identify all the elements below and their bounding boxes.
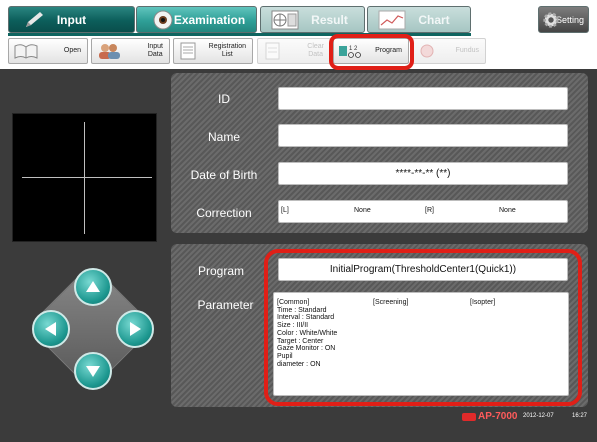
tab-input-label: Input <box>56 12 87 27</box>
program-grid-icon: 1 2 <box>339 46 361 58</box>
correction-right-value: None <box>499 207 516 214</box>
status-time: 16:27 <box>572 413 588 419</box>
common-line: Target : Center <box>277 337 324 345</box>
id-label: ID <box>218 92 230 106</box>
tab-result[interactable]: Result <box>260 6 365 33</box>
brand-logo <box>462 413 476 421</box>
people-icon <box>99 44 120 59</box>
program-button-label: Program <box>375 47 402 54</box>
tab-chart[interactable]: Chart <box>367 6 471 33</box>
date-of-birth-value: ****-**-** (**) <box>395 168 451 179</box>
pencil-icon <box>26 12 43 27</box>
id-field[interactable] <box>278 87 568 110</box>
common-line: diameter : ON <box>277 360 321 368</box>
correction-field[interactable]: [L] None [R] None <box>278 200 568 223</box>
model-name: AP-7000 <box>478 411 518 422</box>
common-line: Gaze Monitor : ON <box>277 345 336 353</box>
common-line: Color : White/White <box>277 329 338 337</box>
correction-left-tag: [L] <box>281 207 289 214</box>
correction-right-tag: [R] <box>425 207 434 214</box>
tab-setting-label: Setting <box>555 14 584 25</box>
svg-text:1 2: 1 2 <box>349 46 358 52</box>
fundus-button-label: Fundus <box>455 47 479 54</box>
common-line: Pupil <box>277 352 293 360</box>
open-button-label: Open <box>63 47 81 54</box>
right-arrow-button[interactable] <box>116 310 154 348</box>
input-data-button-label: Input Data <box>147 43 163 58</box>
down-arrow-button[interactable] <box>74 352 112 390</box>
left-arrow-icon <box>45 322 56 336</box>
input-data-button[interactable]: Input Data <box>91 38 170 64</box>
name-field[interactable] <box>278 124 568 147</box>
name-label: Name <box>207 130 240 144</box>
program-button[interactable]: 1 2 Program <box>333 38 409 64</box>
parameter-box: [Common] Time : Standard Interval : Stan… <box>273 292 569 396</box>
tab-input[interactable]: Input <box>8 6 135 33</box>
isopter-header: [Isopter] <box>470 299 496 306</box>
registration-list-button-label: Registration List <box>208 43 246 58</box>
down-arrow-icon <box>86 366 100 377</box>
date-of-birth-label: Date of Birth <box>190 168 258 182</box>
program-value: InitialProgram(ThresholdCenter1(Quick1)) <box>329 264 517 275</box>
eye-icon <box>153 10 173 30</box>
up-arrow-button[interactable] <box>74 268 112 306</box>
common-line: Interval : Standard <box>277 314 335 322</box>
crosshair-horizontal <box>22 177 152 178</box>
date-of-birth-field[interactable]: ****-**-** (**) <box>278 162 568 185</box>
tab-underline <box>8 33 471 36</box>
book-icon <box>14 44 38 59</box>
status-date: 2012-12-07 <box>523 413 554 419</box>
gear-icon <box>543 12 559 28</box>
result-grid-icon <box>271 10 299 30</box>
tab-setting[interactable]: Setting <box>538 6 589 33</box>
program-label: Program <box>197 264 244 278</box>
program-field[interactable]: InitialProgram(ThresholdCenter1(Quick1)) <box>278 258 568 281</box>
clear-data-button-label: Clear Data <box>307 43 324 58</box>
tab-examination[interactable]: Examination <box>136 6 257 33</box>
fundus-icon <box>420 44 434 58</box>
open-button[interactable]: Open <box>8 38 88 64</box>
screening-header: [Screening] <box>373 299 409 306</box>
up-arrow-icon <box>86 281 100 292</box>
registration-list-button[interactable]: Registration List <box>173 38 253 64</box>
list-icon <box>180 42 196 60</box>
correction-label: Correction <box>196 206 252 220</box>
fundus-button[interactable]: Fundus <box>412 38 486 64</box>
correction-left-value: None <box>354 207 371 214</box>
common-parameters: [Common] Time : Standard Interval : Stan… <box>277 299 337 368</box>
common-header: [Common] <box>277 299 310 306</box>
chart-icon <box>378 10 406 30</box>
right-arrow-icon <box>130 322 141 336</box>
parameter-label: Parameter <box>197 298 254 312</box>
common-line: Time : Standard <box>277 306 327 314</box>
clear-data-button[interactable]: Clear Data <box>257 38 331 64</box>
left-arrow-button[interactable] <box>32 310 70 348</box>
common-line: Size : III/II <box>277 322 309 330</box>
crosshair-vertical <box>84 122 85 234</box>
document-icon <box>265 42 280 60</box>
